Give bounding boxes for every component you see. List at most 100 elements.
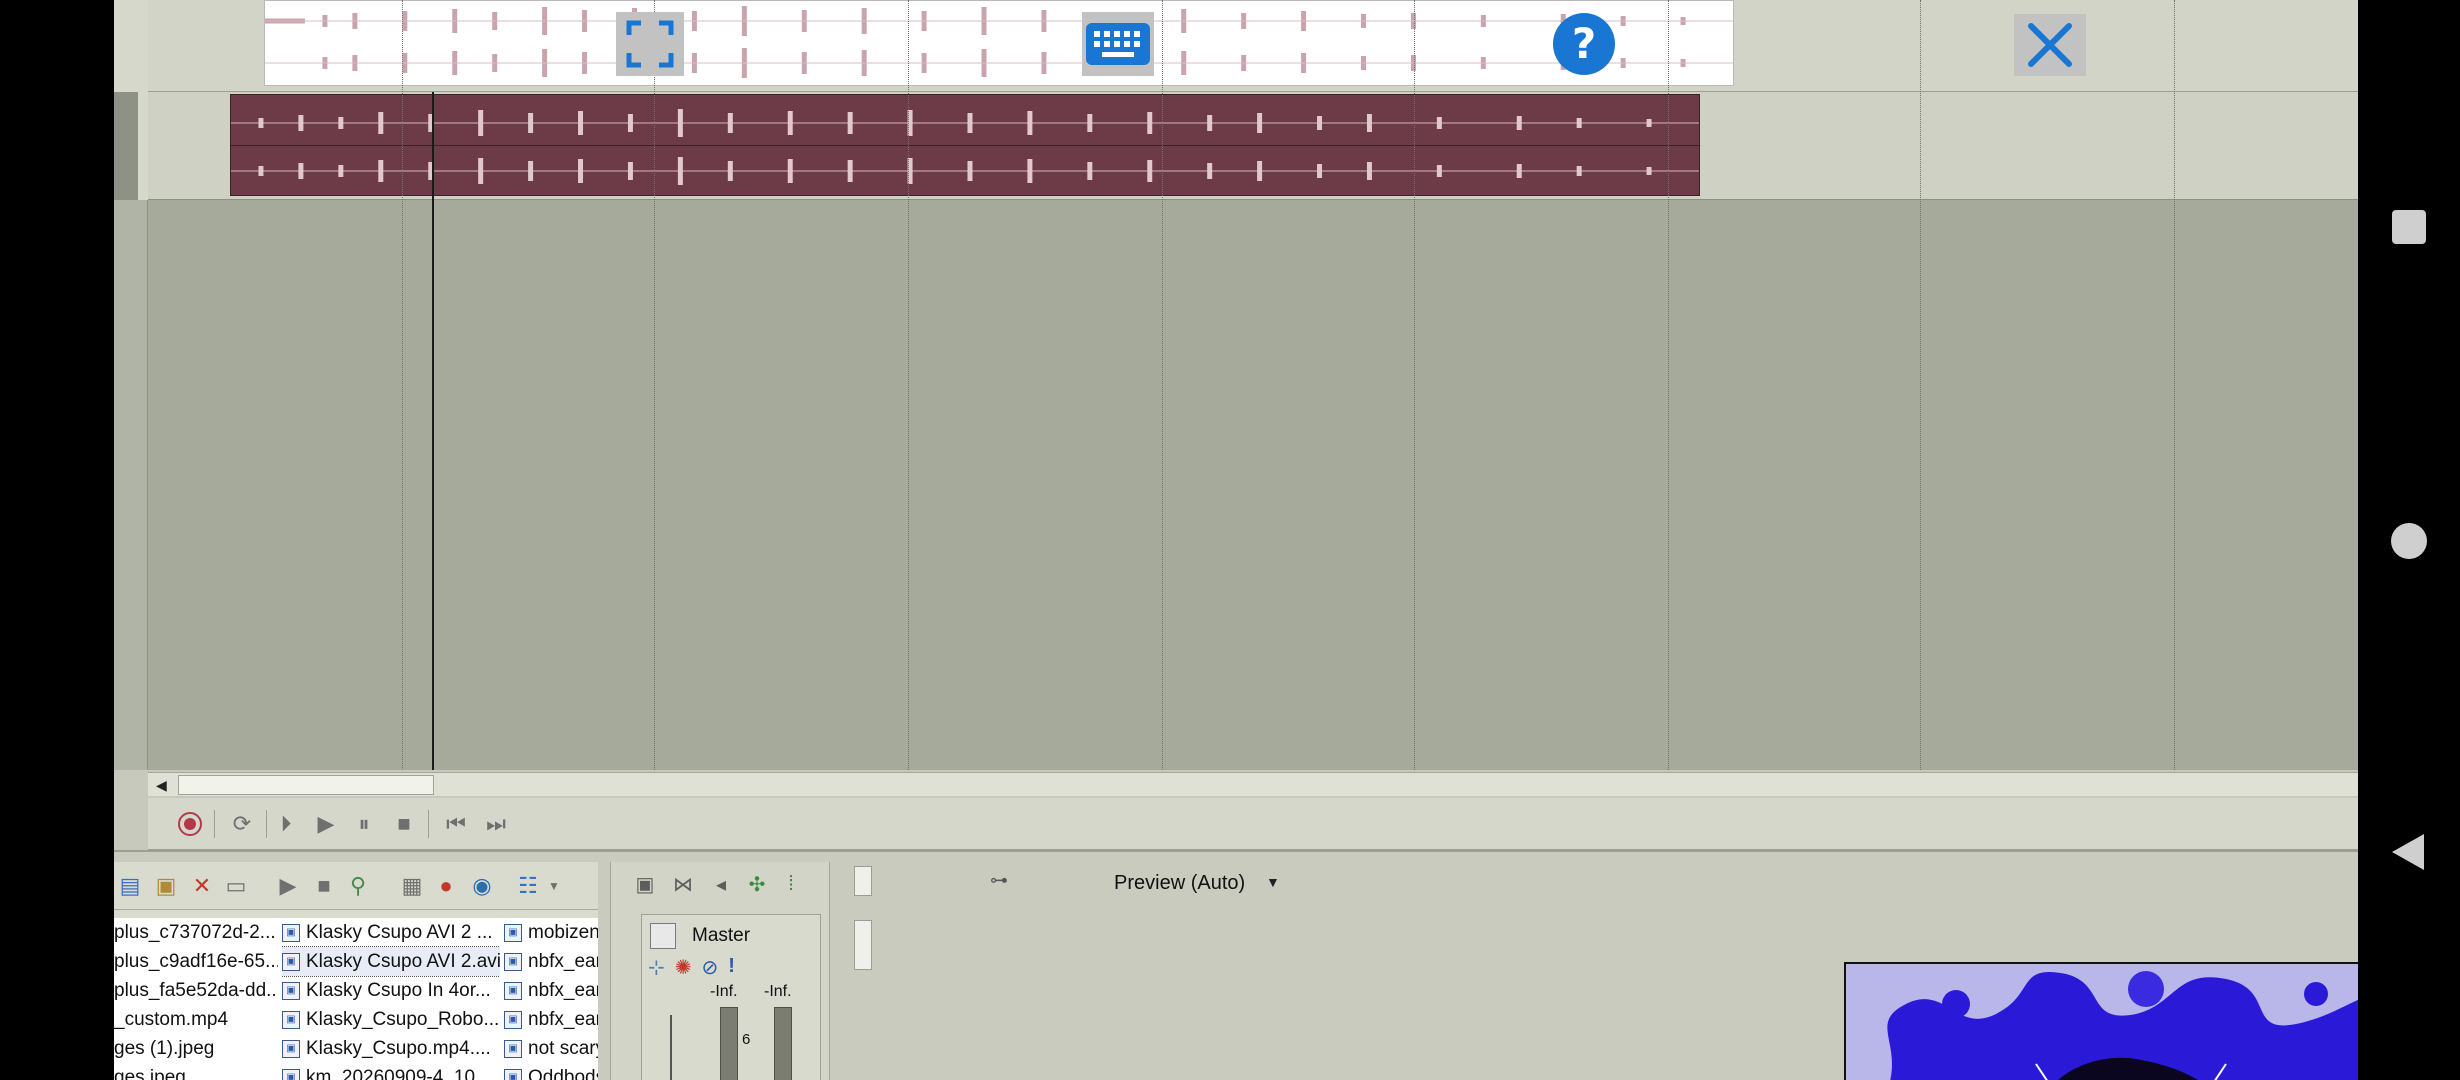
play-button[interactable]: ▶ (310, 808, 342, 840)
fader-track[interactable] (670, 1015, 672, 1080)
timeline-gridline (2174, 0, 2175, 770)
search-media-icon[interactable]: ◉ (468, 872, 496, 900)
list-item[interactable]: ▣ nbfx_ear (504, 976, 598, 1005)
timeline-gridline (402, 0, 403, 770)
insert-fx-icon[interactable]: ✣ (743, 870, 771, 898)
keyboard-button[interactable] (1082, 12, 1154, 76)
dim-output-icon[interactable]: ◂ (707, 870, 735, 898)
timeline-gridline (1668, 0, 1669, 770)
view-mode-icon[interactable]: ☷ (514, 872, 542, 900)
back-icon[interactable] (2392, 834, 2424, 870)
android-navigation-bar (2358, 0, 2460, 1080)
list-item[interactable]: ▣ Klasky Csupo In 4or... (282, 976, 500, 1005)
list-item[interactable]: plus_c737072d-2... (114, 918, 278, 947)
video-preview-frame (1844, 962, 2358, 1080)
timeline-horizontal-scrollbar[interactable]: ◀ (148, 772, 2358, 796)
start-capture-icon[interactable]: ● (432, 872, 460, 900)
preview-quality-label[interactable]: Preview (Auto) (1114, 872, 1245, 895)
scrollbar-thumb[interactable] (178, 775, 434, 795)
mixer-properties-icon[interactable]: ▣ (631, 870, 659, 898)
close-button[interactable] (2014, 14, 2086, 76)
waveform (231, 109, 1699, 137)
play-icon[interactable]: ▶ (274, 872, 302, 900)
keyboard-icon (1086, 23, 1150, 65)
waveform (231, 157, 1699, 185)
timeline-gridline (1162, 0, 1163, 770)
list-item[interactable]: ges.jpeg (114, 1063, 278, 1080)
views-icon[interactable]: ▤ (116, 872, 144, 900)
mute-icon[interactable]: ⊘ (702, 955, 719, 980)
preview-split-icon[interactable]: ⊶ (990, 870, 1008, 891)
list-item[interactable]: ▣ nbfx_ear (504, 947, 598, 976)
media-file-icon: ▣ (282, 1039, 300, 1058)
list-item[interactable]: _custom.mp4 (114, 1005, 278, 1034)
recent-apps-icon[interactable] (2392, 210, 2426, 244)
svg-text:?: ? (1572, 19, 1596, 68)
master-channel-icon[interactable] (650, 923, 676, 949)
media-properties-icon[interactable]: ▦ (398, 872, 426, 900)
explorer-toolbar: ▤ ▣ ✕ ▭ ▶ ■ ⚲ ▦ ● ◉ ☷ ▼ (114, 862, 598, 910)
list-item[interactable]: plus_c9adf16e-65... (114, 947, 278, 976)
channel-icon[interactable]: ⁞ (777, 870, 805, 898)
list-item[interactable]: ▣ Klasky_Csupo.mp4.... (282, 1034, 500, 1063)
stop-button[interactable]: ■ (388, 808, 420, 840)
play-from-start-button[interactable]: ⏵ (270, 808, 302, 840)
loop-icon: ⟳ (232, 811, 252, 836)
go-to-start-icon: ⏮ (446, 811, 466, 836)
auto-preview-icon[interactable]: ⚲ (344, 872, 372, 900)
pause-button[interactable]: ⏸ (348, 808, 380, 840)
new-folder-icon[interactable]: ▣ (152, 872, 180, 900)
peak-meter-right (774, 1007, 792, 1080)
downmix-icon[interactable]: ⋈ (669, 870, 697, 898)
media-file-icon: ▣ (504, 952, 522, 971)
list-item[interactable]: ges (1).jpeg (114, 1034, 278, 1063)
preview-side-handle[interactable] (854, 920, 872, 970)
loop-button[interactable]: ⟳ (226, 808, 258, 840)
record-button[interactable] (174, 808, 206, 840)
list-item[interactable]: ▣mobizen_ (504, 918, 598, 947)
media-file-icon: ▣ (504, 923, 522, 942)
chevron-down-icon[interactable]: ▼ (540, 872, 568, 900)
audio-clip[interactable] (230, 94, 1700, 196)
media-file-icon: ▣ (282, 1068, 300, 1080)
file-column: plus_c737072d-2... plus_c9adf16e-65... p… (114, 918, 278, 1080)
timeline-gridline (908, 0, 909, 770)
pause-icon: ⏸ (358, 811, 370, 836)
list-item[interactable]: ▣ Klasky_Csupo_Robo... (282, 1005, 500, 1034)
chevron-down-icon[interactable]: ▼ (1266, 874, 1280, 890)
waveform (265, 48, 1733, 78)
list-item[interactable]: plus_fa5e52da-dd... (114, 976, 278, 1005)
go-to-start-button[interactable]: ⏮ (440, 808, 472, 840)
list-item[interactable]: ▣ Oddbods (504, 1063, 598, 1080)
folder-icon[interactable]: ▭ (222, 872, 250, 900)
go-to-end-button[interactable]: ⏭ (480, 808, 512, 840)
timeline-area[interactable] (114, 0, 2358, 770)
solo-icon[interactable]: ! (728, 955, 735, 980)
stop-icon[interactable]: ■ (310, 872, 338, 900)
fx-icon[interactable]: ✺ (675, 955, 692, 980)
record-icon (178, 812, 202, 836)
preview-dock-handle[interactable] (854, 866, 872, 896)
track-gutter (114, 200, 148, 770)
home-icon[interactable] (2391, 523, 2427, 559)
transport-bar: ⟳ ⏵ ▶ ⏸ ■ ⏮ ⏭ (148, 798, 2358, 850)
waveform (265, 6, 1733, 36)
media-file-icon: ▣ (504, 981, 522, 1000)
fullscreen-button[interactable] (616, 12, 684, 76)
meter-right-label: -Inf. (764, 983, 792, 1000)
scroll-left-icon[interactable]: ◀ (156, 777, 167, 794)
timeline-gridline (1920, 0, 1921, 770)
list-item[interactable]: ▣ km_20260909-4_10... (282, 1063, 500, 1080)
list-item[interactable]: ▣ nbfx_ear (504, 1005, 598, 1034)
playhead-cursor[interactable] (432, 92, 434, 770)
list-item[interactable]: ▣ Klasky Csupo AVI 2 ... (282, 918, 500, 947)
mixer-toolbar: ▣ ⋈ ◂ ✣ ⁞ (631, 862, 831, 906)
waveform-clip-top[interactable] (264, 0, 1734, 86)
delete-icon[interactable]: ✕ (188, 872, 216, 900)
pan-icon[interactable]: ⊹ (648, 955, 665, 980)
list-item-selected[interactable]: ▣ Klasky Csupo AVI 2.avi (282, 946, 500, 977)
list-item[interactable]: ▣ not scary (504, 1034, 598, 1063)
help-button[interactable]: ? (1548, 12, 1620, 76)
peak-meter-left (720, 1007, 738, 1080)
file-list: plus_c737072d-2... plus_c9adf16e-65... p… (114, 918, 598, 1080)
